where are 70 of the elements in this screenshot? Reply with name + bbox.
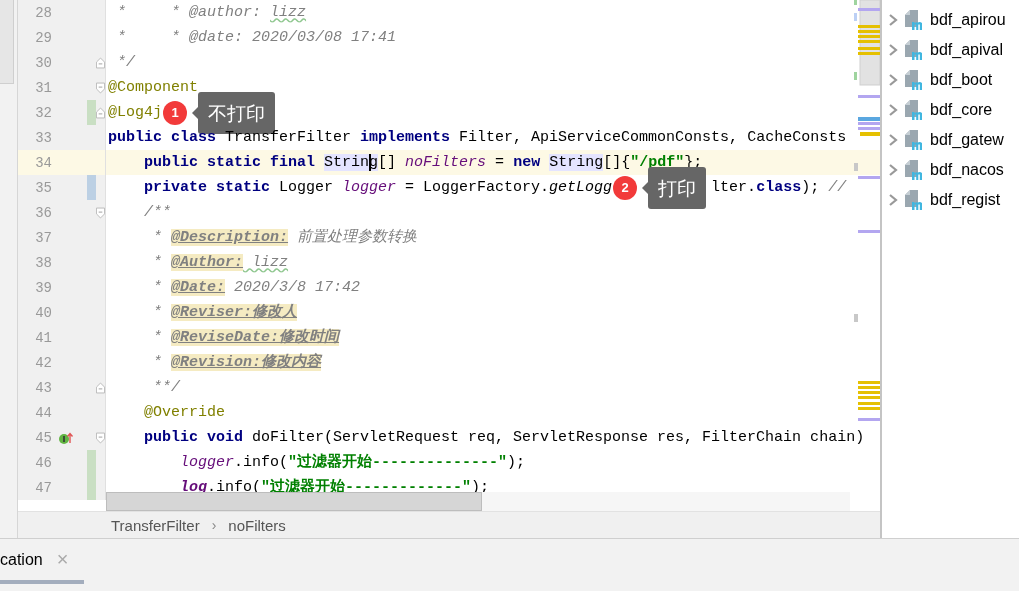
tree-item[interactable]: bdf_gatew	[930, 131, 1004, 149]
module-icon	[904, 159, 924, 181]
code-text: * * @author: lizz	[116, 4, 307, 21]
code-text: * @Description: 前置处理参数转换	[152, 229, 418, 246]
line-number: 45	[34, 429, 52, 446]
module-icon	[904, 9, 924, 31]
module-icon	[904, 69, 924, 91]
code-text: logger.info("过滤器开始--------------");	[179, 454, 526, 471]
code-text: private static Logger logger = LoggerFactory.getLogg	[143, 179, 613, 196]
module-icon	[904, 99, 924, 121]
tree-item[interactable]: bdf_boot	[930, 71, 993, 89]
code-text: public void doFilter(ServletRequest req, ServletResponse res, FilterChain chain)	[143, 429, 865, 446]
tree-item[interactable]: bdf_core	[930, 101, 993, 119]
breadcrumb-item[interactable]: TransferFilter	[111, 516, 200, 534]
code-text: **/	[152, 379, 180, 396]
tree-item[interactable]: bdf_apival	[930, 41, 1003, 59]
line-number: 47	[34, 479, 52, 496]
fold-end-icon[interactable]	[96, 381, 105, 394]
code-text: @Override	[143, 404, 226, 421]
line-number: 33	[34, 129, 52, 146]
code-text: * @Date: 2020/3/8 17:42	[152, 279, 361, 296]
line-number: 37	[34, 229, 52, 246]
tree-item[interactable]: bdf_nacos	[930, 161, 1004, 179]
tool-tab[interactable]: cation	[0, 550, 43, 569]
chevron-icon[interactable]	[888, 43, 898, 57]
code-text: /**	[143, 204, 171, 221]
tooltip-pointer-icon	[642, 181, 649, 194]
number-badge: 1	[163, 100, 187, 125]
chevron-icon[interactable]	[888, 13, 898, 27]
line-number: 35	[34, 179, 52, 196]
line-number: 42	[34, 354, 52, 371]
module-icon	[904, 189, 924, 211]
line-number: 30	[34, 54, 52, 71]
chevron-icon[interactable]	[888, 73, 898, 87]
chevron-icon[interactable]	[888, 103, 898, 117]
code-text: */	[116, 54, 135, 71]
breadcrumb-separator: ›	[211, 517, 217, 533]
line-number: 29	[34, 29, 52, 46]
line-number: 40	[34, 304, 52, 321]
tooltip-pointer-icon	[192, 106, 198, 119]
line-number: 43	[34, 379, 52, 396]
module-icon	[904, 39, 924, 61]
fold-start-icon[interactable]	[96, 81, 105, 94]
fold-start-icon[interactable]	[96, 206, 105, 219]
fold-end-icon[interactable]	[96, 106, 105, 119]
module-icon	[904, 129, 924, 151]
number-badge: 2	[613, 175, 638, 200]
line-number: 31	[34, 79, 52, 96]
line-number: 44	[34, 404, 52, 421]
implements-icon[interactable]	[58, 430, 74, 445]
line-number: 28	[34, 4, 52, 21]
tree-item[interactable]: bdf_apirou	[930, 11, 1006, 29]
line-number: 36	[34, 204, 52, 221]
chevron-icon[interactable]	[888, 193, 898, 207]
code-text: lter.class); //	[711, 179, 847, 196]
line-number: 38	[34, 254, 52, 271]
line-number: 39	[34, 279, 52, 296]
fold-start-icon[interactable]	[96, 431, 105, 444]
line-number: 34	[34, 154, 52, 171]
code-text: @Log4j	[108, 104, 162, 121]
code-text: @Component	[108, 79, 198, 96]
code-text: * * @date: 2020/03/08 17:41	[116, 29, 397, 46]
line-number: 32	[34, 104, 52, 121]
chevron-icon[interactable]	[888, 163, 898, 177]
line-number: 41	[34, 329, 52, 346]
fold-end-icon[interactable]	[96, 56, 105, 69]
tree-item[interactable]: bdf_regist	[930, 191, 1001, 209]
breadcrumb-item[interactable]: noFilters	[228, 516, 286, 534]
chevron-icon[interactable]	[888, 133, 898, 147]
line-number: 46	[34, 454, 52, 471]
